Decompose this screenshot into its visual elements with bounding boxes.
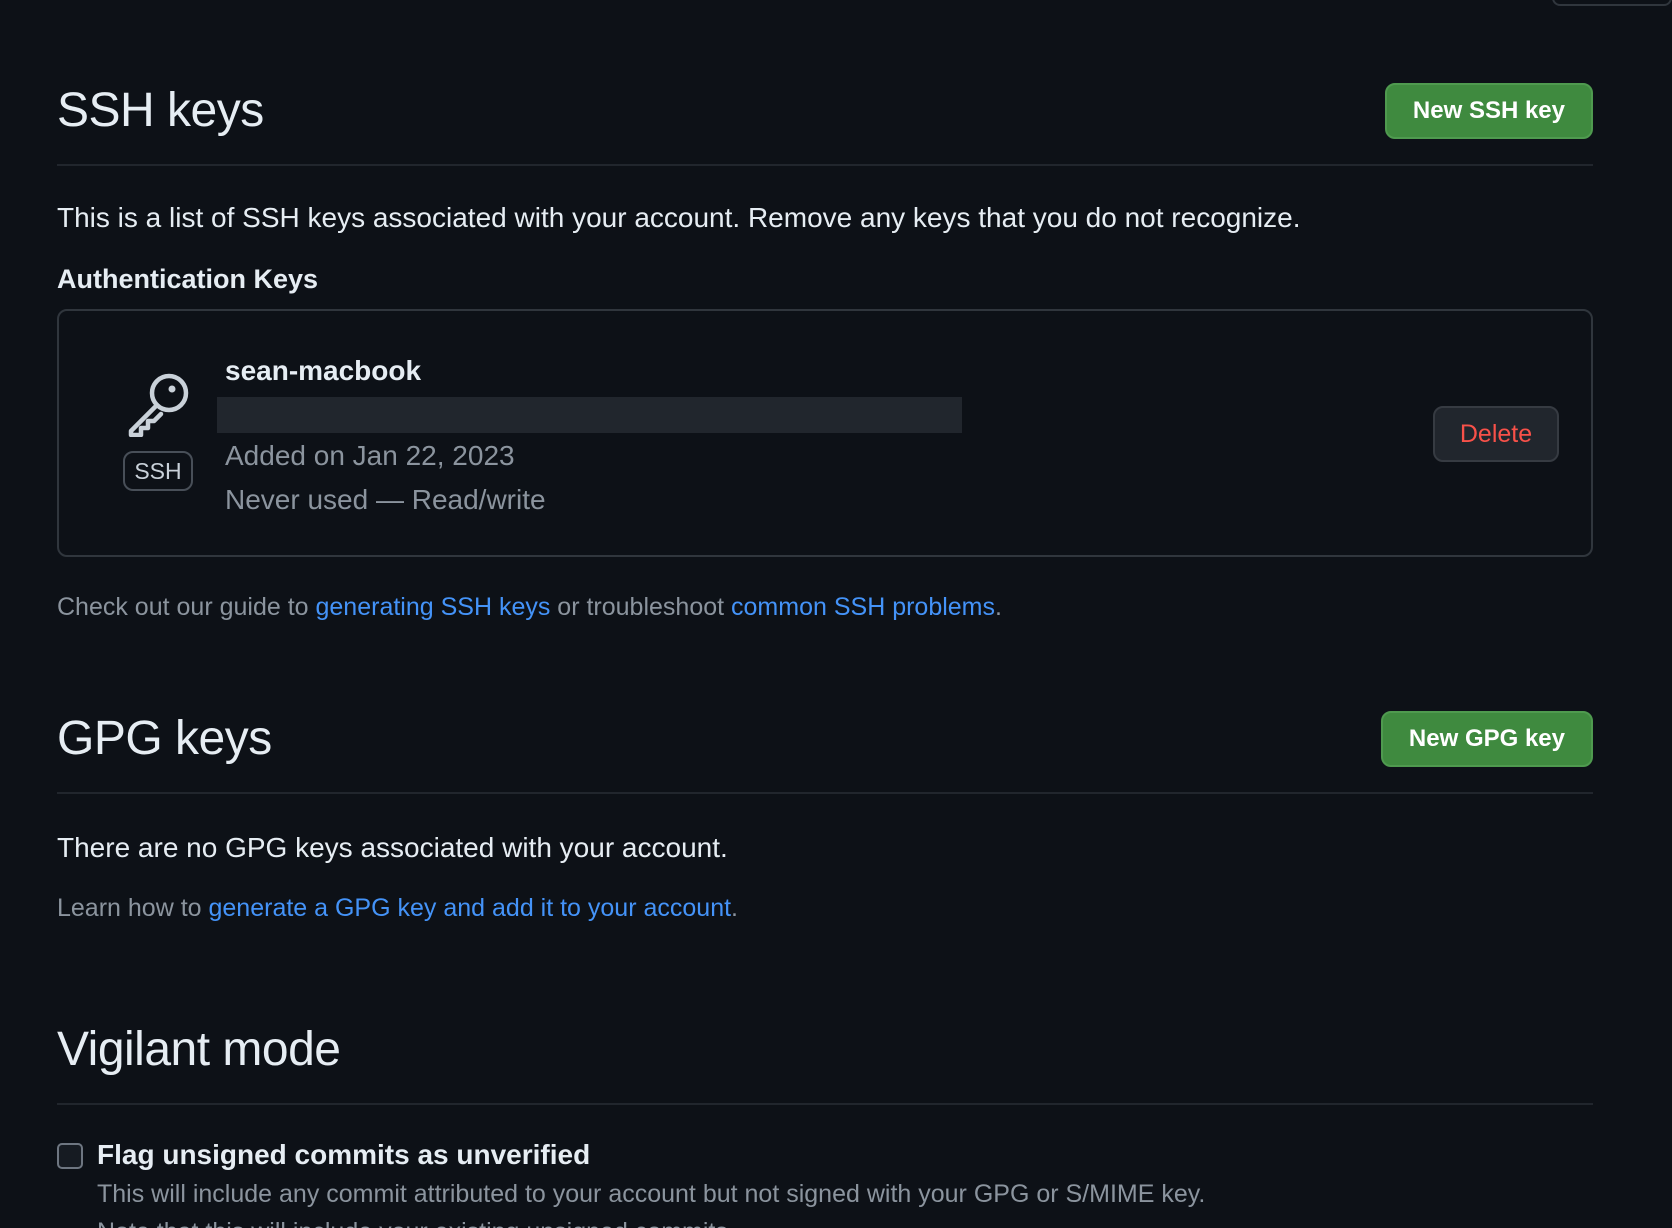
ssh-description: This is a list of SSH keys associated wi…: [57, 202, 1301, 233]
flag-unsigned-commits-checkbox[interactable]: [57, 1143, 83, 1169]
ssh-badge: SSH: [123, 451, 193, 491]
vigilant-section-header: Vigilant mode: [57, 923, 1593, 1105]
vigilant-option-text: Flag unsigned commits as unverified This…: [97, 1137, 1205, 1228]
vigilant-description-line-2: Note that this will include your existin…: [97, 1215, 1205, 1228]
vigilant-section-title: Vigilant mode: [57, 1023, 341, 1076]
ssh-key-item: SSH sean-macbook Added on Jan 22, 2023 N…: [57, 309, 1593, 557]
gpg-learn-suffix: .: [731, 894, 738, 922]
vigilant-description-line-1: This will include any commit attributed …: [97, 1180, 1206, 1208]
key-icon: [123, 371, 193, 437]
gpg-learn-prefix: Learn how to: [57, 894, 209, 922]
no-gpg-keys-text: There are no GPG keys associated with yo…: [57, 832, 728, 863]
gpg-section-header: GPG keys New GPG key: [57, 622, 1593, 794]
gpg-section-title: GPG keys: [57, 712, 272, 765]
authentication-keys-heading: Authentication Keys: [57, 264, 319, 294]
flag-unsigned-commits-label[interactable]: Flag unsigned commits as unverified: [97, 1137, 1205, 1173]
ssh-key-added-date: Added on Jan 22, 2023: [225, 440, 515, 471]
ssh-guide-text: Check out our guide to generating SSH ke…: [57, 593, 1593, 622]
generate-gpg-key-link[interactable]: generate a GPG key and add it to your ac…: [209, 894, 732, 922]
new-gpg-key-button[interactable]: New GPG key: [1380, 711, 1593, 767]
delete-ssh-key-button[interactable]: Delete: [1433, 406, 1559, 462]
generating-ssh-keys-link[interactable]: generating SSH keys: [316, 593, 551, 621]
common-ssh-problems-link[interactable]: common SSH problems: [731, 593, 995, 621]
ssh-guide-suffix: .: [995, 593, 1002, 621]
settings-page: SSH keys New SSH key This is a list of S…: [0, 0, 1672, 1228]
ssh-key-usage: Never used — Read/write: [225, 484, 546, 515]
ssh-guide-middle: or troubleshoot: [550, 593, 732, 621]
ssh-key-info: sean-macbook Added on Jan 22, 2023 Never…: [217, 353, 962, 521]
vigilant-mode-option: Flag unsigned commits as unverified This…: [57, 1137, 1593, 1228]
key-icon-column: SSH: [123, 371, 193, 491]
ssh-section-title: SSH keys: [57, 84, 264, 137]
gpg-learn-text: Learn how to generate a GPG key and add …: [57, 894, 1593, 923]
new-ssh-key-button[interactable]: New SSH key: [1384, 83, 1593, 139]
ssh-guide-prefix: Check out our guide to: [57, 593, 316, 621]
keys-settings-content: SSH keys New SSH key This is a list of S…: [57, 0, 1593, 1228]
redacted-fingerprint: [217, 397, 962, 433]
ssh-section-header: SSH keys New SSH key: [57, 0, 1593, 166]
ssh-key-title: sean-macbook: [225, 355, 422, 386]
